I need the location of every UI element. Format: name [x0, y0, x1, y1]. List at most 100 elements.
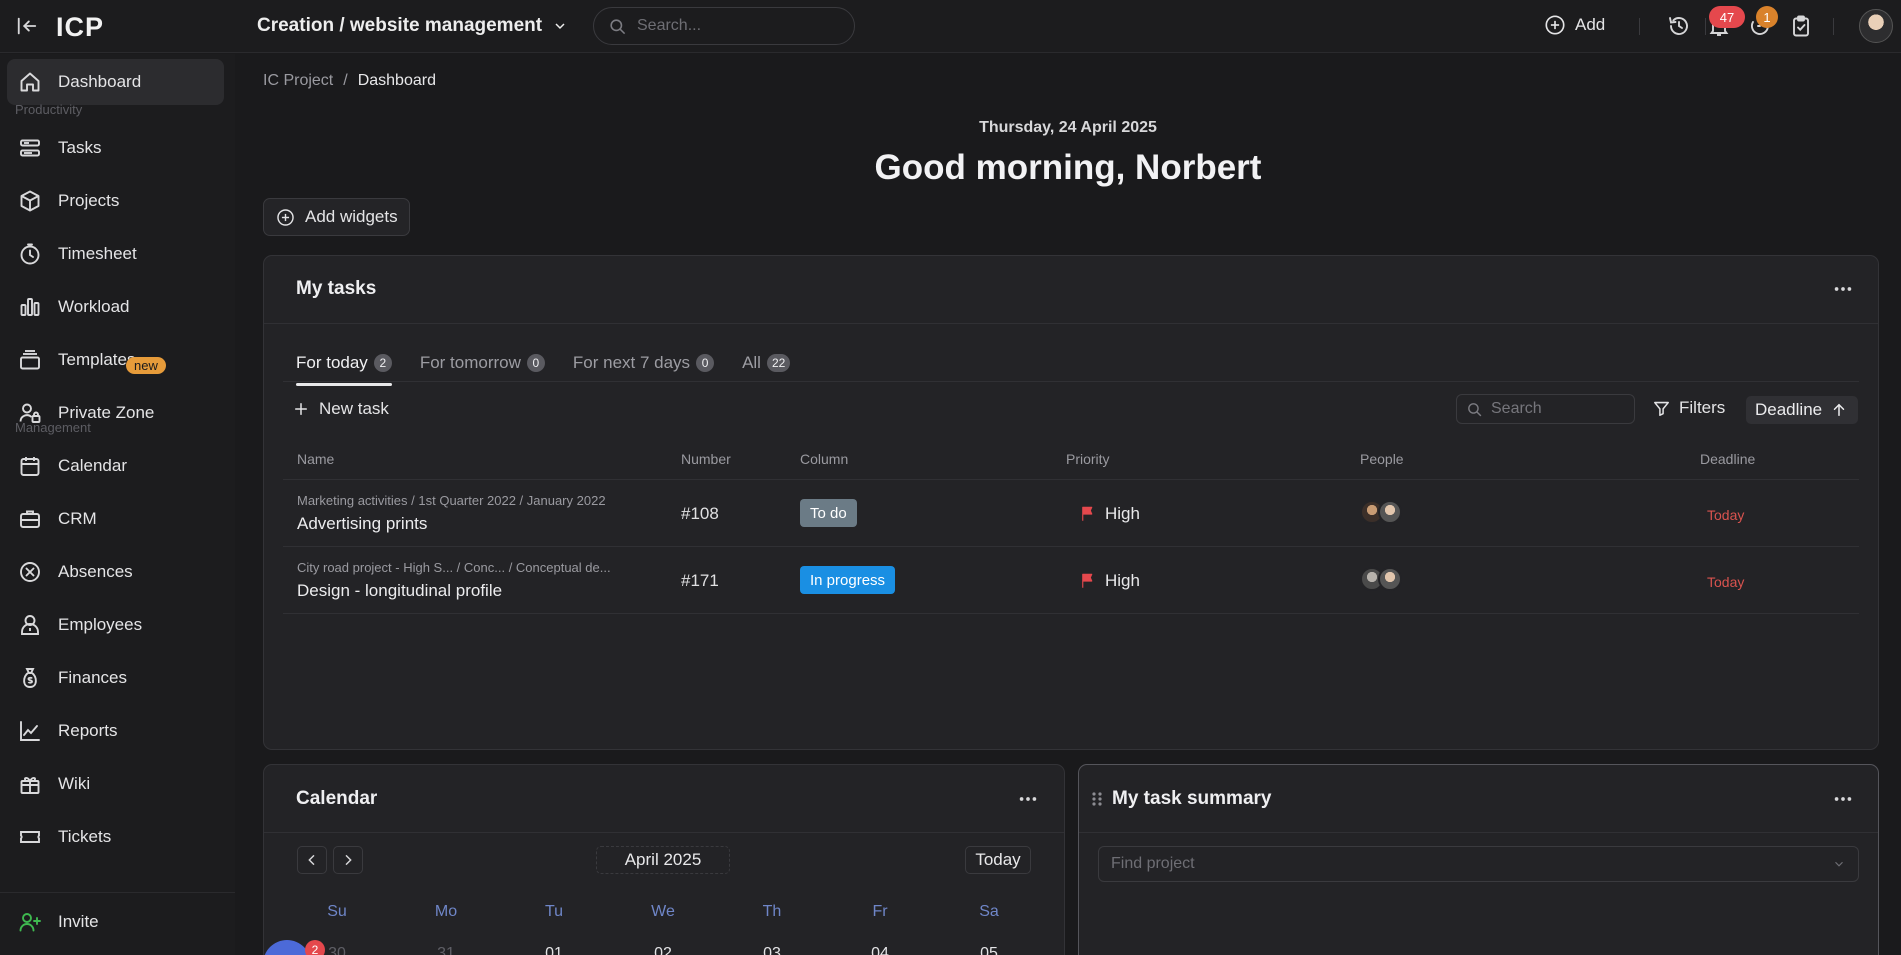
month-picker[interactable]: April 2025	[596, 846, 730, 874]
my-tasks-title: My tasks	[296, 278, 377, 299]
task-tabs: For today 2 For tomorrow 0 For next 7 da…	[296, 345, 818, 386]
column-header-column[interactable]: Column	[800, 451, 848, 467]
today-button[interactable]: Today	[965, 846, 1031, 874]
column-header-deadline[interactable]: Deadline	[1700, 451, 1755, 467]
sidebar-item-timesheet[interactable]: Timesheet	[7, 231, 224, 277]
people-avatars[interactable]	[1360, 500, 1402, 524]
tab-count: 0	[696, 354, 715, 372]
add-button[interactable]: Add	[1544, 14, 1605, 36]
tab-all[interactable]: All 22	[742, 345, 791, 381]
prev-month-button[interactable]	[297, 846, 327, 874]
chevron-down-icon	[552, 18, 568, 34]
more-options-icon[interactable]	[1832, 788, 1854, 810]
new-task-button[interactable]: New task	[292, 399, 389, 419]
tab-for-today[interactable]: For today 2	[296, 345, 392, 386]
sidebar-item-projects[interactable]: Projects	[7, 178, 224, 224]
status-badge[interactable]: In progress	[800, 566, 896, 594]
column-header-number[interactable]: Number	[681, 451, 731, 467]
add-widgets-button[interactable]: Add widgets	[263, 198, 410, 236]
weekday-label: Tu	[544, 903, 564, 920]
greeting-date: Thursday, 24 April 2025	[979, 119, 1157, 136]
calendar-day[interactable]: 03	[742, 945, 802, 955]
sidebar-item-tasks[interactable]: Tasks	[7, 125, 224, 171]
avatar	[1378, 500, 1402, 524]
clipboard-check-icon[interactable]	[1789, 14, 1813, 38]
table-row[interactable]: Marketing activities / 1st Quarter 2022 …	[283, 479, 1859, 546]
task-search[interactable]	[1456, 394, 1635, 424]
people-avatars[interactable]	[1360, 567, 1402, 591]
sidebar-item-workload[interactable]: Workload	[7, 284, 224, 330]
sidebar-item-label: Templates	[58, 350, 136, 369]
search-input[interactable]	[637, 17, 837, 35]
sidebar-item-crm[interactable]: CRM	[7, 496, 224, 542]
priority[interactable]: High	[1079, 504, 1140, 524]
sidebar-item-reports[interactable]: Reports	[7, 708, 224, 754]
calendar-day[interactable]: 31	[416, 945, 476, 955]
collapse-sidebar-icon[interactable]	[16, 15, 38, 37]
sidebar-item-finances[interactable]: Finances	[7, 655, 224, 701]
sidebar-item-absences[interactable]: Absences	[7, 549, 224, 595]
more-options-icon[interactable]	[1017, 788, 1039, 810]
ticket-icon	[20, 831, 40, 843]
column-header-priority[interactable]: Priority	[1066, 451, 1110, 467]
project-switcher[interactable]: Creation / website management	[257, 13, 568, 39]
global-search[interactable]	[593, 7, 855, 45]
status-badge[interactable]: To do	[800, 499, 857, 527]
employee-icon	[21, 615, 39, 635]
sidebar-item-label: Projects	[58, 191, 120, 210]
column-header-people[interactable]: People	[1360, 451, 1404, 467]
tasks-icon	[20, 139, 40, 157]
invite-button[interactable]: Invite	[7, 899, 224, 945]
stopwatch-icon	[20, 243, 40, 265]
task-name[interactable]: Advertising prints	[297, 514, 427, 534]
drag-handle-icon[interactable]	[1090, 788, 1104, 810]
sort-deadline-button[interactable]: Deadline	[1746, 396, 1858, 424]
task-path: City road project - High S... / Conc... …	[297, 560, 611, 575]
add-label: Add	[1575, 15, 1606, 34]
calendar-day[interactable]: 04	[850, 945, 910, 955]
layers-icon	[20, 350, 40, 370]
calendar-day[interactable]: 01	[524, 945, 584, 955]
task-search-input[interactable]	[1491, 400, 1621, 418]
tab-for-next-7-days[interactable]: For next 7 days 0	[573, 345, 715, 381]
calendar-day[interactable]: 05	[959, 945, 1019, 955]
avatar	[1378, 567, 1402, 591]
more-options-icon[interactable]	[1832, 278, 1854, 300]
weekday-label: Fr	[872, 903, 888, 920]
sidebar-item-label: Calendar	[58, 456, 127, 475]
task-name[interactable]: Design - longitudinal profile	[297, 581, 502, 601]
priority[interactable]: High	[1079, 571, 1140, 591]
sidebar-item-employees[interactable]: Employees	[7, 602, 224, 648]
sidebar-item-templates[interactable]: Templates	[7, 337, 224, 383]
filter-icon	[1652, 399, 1671, 418]
sidebar-item-label: Reports	[58, 721, 118, 740]
chevron-right-icon	[345, 854, 352, 866]
task-summary-title: My task summary	[1112, 788, 1272, 809]
calendar-day[interactable]: 02	[633, 945, 693, 955]
sidebar: Dashboard Productivity Tasks Projects Ti…	[0, 54, 235, 955]
tab-for-tomorrow[interactable]: For tomorrow 0	[420, 345, 545, 381]
column-header-name[interactable]: Name	[297, 451, 334, 467]
divider	[1639, 18, 1640, 35]
sidebar-item-calendar[interactable]: Calendar	[7, 443, 224, 489]
user-avatar[interactable]	[1859, 9, 1893, 43]
breadcrumb-root[interactable]: IC Project	[263, 72, 333, 90]
calendar-day[interactable]: 30	[307, 945, 367, 955]
history-icon[interactable]	[1667, 14, 1691, 38]
search-icon	[1466, 401, 1483, 418]
filters-button[interactable]: Filters	[1652, 398, 1725, 418]
next-month-button[interactable]	[333, 846, 363, 874]
plus-circle-icon	[276, 208, 295, 227]
app-logo[interactable]: ICP	[56, 12, 104, 42]
user-plus-icon	[19, 913, 41, 932]
find-project-select[interactable]: Find project	[1098, 846, 1859, 882]
sidebar-item-tickets[interactable]: Tickets	[7, 814, 224, 860]
sidebar-item-dashboard[interactable]: Dashboard	[7, 59, 224, 105]
sidebar-item-wiki[interactable]: Wiki	[7, 761, 224, 807]
table-row[interactable]: City road project - High S... / Conc... …	[283, 546, 1859, 613]
home-icon	[20, 72, 40, 92]
sidebar-item-label: Wiki	[58, 774, 91, 793]
new-task-label: New task	[319, 399, 389, 418]
cube-icon	[20, 190, 40, 212]
priority-label: High	[1105, 571, 1140, 590]
